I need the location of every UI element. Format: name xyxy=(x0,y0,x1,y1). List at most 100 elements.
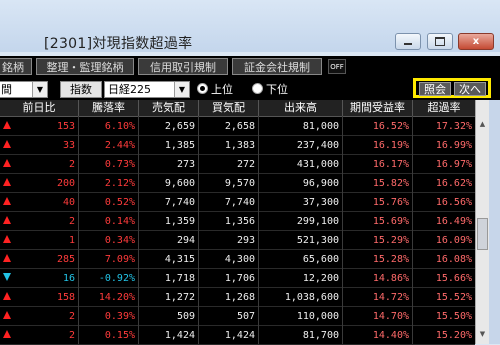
cell-rate: 0.15% xyxy=(104,330,135,341)
index-select[interactable]: 日経225 ▼ xyxy=(104,81,190,98)
chevron-down-icon: ▼ xyxy=(32,82,47,97)
cell-excess: 15.52% xyxy=(435,292,472,303)
tab-margin-regulation[interactable]: 信用取引規制 xyxy=(138,58,228,75)
cell-ask: 1,359 xyxy=(164,216,195,227)
cell-change: 1 xyxy=(68,235,75,246)
cell-period: 14.70% xyxy=(372,311,409,322)
col-ask[interactable]: 売気配 xyxy=(138,100,198,116)
cell-change: 158 xyxy=(56,292,75,303)
close-button[interactable]: x xyxy=(458,33,494,50)
lookup-button[interactable]: 照会 xyxy=(419,82,451,96)
cell-change: 2 xyxy=(68,330,75,341)
table-header: 前日比 騰落率 売気配 買気配 出来高 期間受益率 超過率 xyxy=(0,100,475,117)
table-row[interactable]: 2 0.14% 1,359 1,356 299,100 15.69% 16.49% xyxy=(0,212,475,231)
table-row[interactable]: 16 -0.92% 1,718 1,706 12,200 14.86% 15.66% xyxy=(0,269,475,288)
cell-ask: 2,659 xyxy=(164,121,195,132)
vertical-scrollbar[interactable]: ▲ ▼ xyxy=(475,100,489,344)
cell-ask: 4,315 xyxy=(164,254,195,265)
col-excess[interactable]: 超過率 xyxy=(412,100,475,116)
cell-volume: 521,300 xyxy=(296,235,339,246)
radio-selected-icon xyxy=(197,83,208,94)
cell-rate: 0.14% xyxy=(104,216,135,227)
scroll-thumb[interactable] xyxy=(477,218,488,250)
maximize-icon xyxy=(435,37,445,46)
cell-volume: 12,200 xyxy=(302,273,339,284)
minimize-button[interactable] xyxy=(395,33,421,50)
col-bid[interactable]: 買気配 xyxy=(198,100,258,116)
cell-ask: 1,385 xyxy=(164,140,195,151)
radio-up[interactable]: 上位 xyxy=(197,83,233,96)
col-period-return[interactable]: 期間受益率 xyxy=(342,100,412,116)
col-volume[interactable]: 出来高 xyxy=(258,100,342,116)
maximize-button[interactable] xyxy=(427,33,453,50)
table-row[interactable]: 158 14.20% 1,272 1,268 1,038,600 14.72% 15.52% xyxy=(0,288,475,307)
table-row[interactable]: 2 0.39% 509 507 110,000 14.70% 15.50% xyxy=(0,307,475,326)
cell-ask: 273 xyxy=(176,159,195,170)
period-select[interactable]: 間 ▼ xyxy=(0,81,48,98)
cell-period: 14.72% xyxy=(372,292,409,303)
scroll-down-icon[interactable]: ▼ xyxy=(477,328,488,340)
cell-rate: 0.39% xyxy=(104,311,135,322)
cell-volume: 237,400 xyxy=(296,140,339,151)
cell-change: 33 xyxy=(62,140,75,151)
cell-change: 200 xyxy=(56,178,75,189)
cell-excess: 16.08% xyxy=(435,254,472,265)
cell-excess: 15.66% xyxy=(435,273,472,284)
period-value: 間 xyxy=(1,83,12,96)
tab-brand[interactable]: 銘柄 xyxy=(0,58,32,75)
cell-volume: 96,900 xyxy=(302,178,339,189)
table-row[interactable]: 2 0.73% 273 272 431,000 16.17% 16.97% xyxy=(0,155,475,174)
cell-change: 16 xyxy=(62,273,75,284)
data-table: 前日比 騰落率 売気配 買気配 出来高 期間受益率 超過率 153 6.10% 2,… xyxy=(0,100,475,345)
cell-bid: 1,383 xyxy=(224,140,255,151)
table-row[interactable]: 153 6.10% 2,659 2,658 81,000 16.52% 17.32% xyxy=(0,117,475,136)
table-row[interactable]: 200 2.12% 9,600 9,570 96,900 15.82% 16.62% xyxy=(0,174,475,193)
cell-change: 285 xyxy=(56,254,75,265)
cell-period: 14.40% xyxy=(372,330,409,341)
cell-volume: 81,700 xyxy=(302,330,339,341)
col-rate[interactable]: 騰落率 xyxy=(78,100,138,116)
cell-ask: 1,424 xyxy=(164,330,195,341)
cell-rate: 0.52% xyxy=(104,197,135,208)
table-row[interactable]: 40 0.52% 7,740 7,740 37,300 15.76% 16.56% xyxy=(0,193,475,212)
cell-period: 15.76% xyxy=(372,197,409,208)
chevron-down-icon: ▼ xyxy=(174,82,189,97)
cell-rate: -0.92% xyxy=(98,273,135,284)
cell-bid: 7,740 xyxy=(224,197,255,208)
tab-securities-finance[interactable]: 証金会社規制 xyxy=(232,58,322,75)
off-toggle[interactable]: OFF xyxy=(328,59,346,74)
cell-rate: 6.10% xyxy=(104,121,135,132)
cell-period: 16.19% xyxy=(372,140,409,151)
table-row[interactable]: 33 2.44% 1,385 1,383 237,400 16.19% 16.99% xyxy=(0,136,475,155)
tab-supervision[interactable]: 整理・監理銘柄 xyxy=(36,58,134,75)
index-value: 日経225 xyxy=(108,83,151,96)
cell-ask: 9,600 xyxy=(164,178,195,189)
table-row[interactable]: 1 0.34% 294 293 521,300 15.29% 16.09% xyxy=(0,231,475,250)
table-row[interactable]: 285 7.09% 4,315 4,300 65,600 15.28% 16.08% xyxy=(0,250,475,269)
window-frame xyxy=(489,100,500,344)
index-label: 指数 xyxy=(60,81,102,98)
cell-period: 16.52% xyxy=(372,121,409,132)
cell-period: 15.29% xyxy=(372,235,409,246)
scroll-up-icon[interactable]: ▲ xyxy=(477,118,488,130)
cell-rate: 7.09% xyxy=(104,254,135,265)
cell-change: 2 xyxy=(68,159,75,170)
cell-period: 15.82% xyxy=(372,178,409,189)
table-row[interactable]: 2 0.15% 1,424 1,424 81,700 14.40% 15.20% xyxy=(0,326,475,345)
col-change[interactable]: 前日比 xyxy=(0,100,78,116)
cell-volume: 431,000 xyxy=(296,159,339,170)
cell-excess: 16.99% xyxy=(435,140,472,151)
cell-change: 40 xyxy=(62,197,75,208)
cell-volume: 81,000 xyxy=(302,121,339,132)
cell-excess: 17.32% xyxy=(435,121,472,132)
radio-down[interactable]: 下位 xyxy=(252,83,288,96)
cell-volume: 1,038,600 xyxy=(284,292,339,303)
cell-period: 16.17% xyxy=(372,159,409,170)
cell-change: 153 xyxy=(56,121,75,132)
cell-change: 2 xyxy=(68,216,75,227)
cell-period: 15.28% xyxy=(372,254,409,265)
cell-volume: 65,600 xyxy=(302,254,339,265)
cell-excess: 16.62% xyxy=(435,178,472,189)
next-button[interactable]: 次へ xyxy=(454,82,486,96)
cell-bid: 1,356 xyxy=(224,216,255,227)
